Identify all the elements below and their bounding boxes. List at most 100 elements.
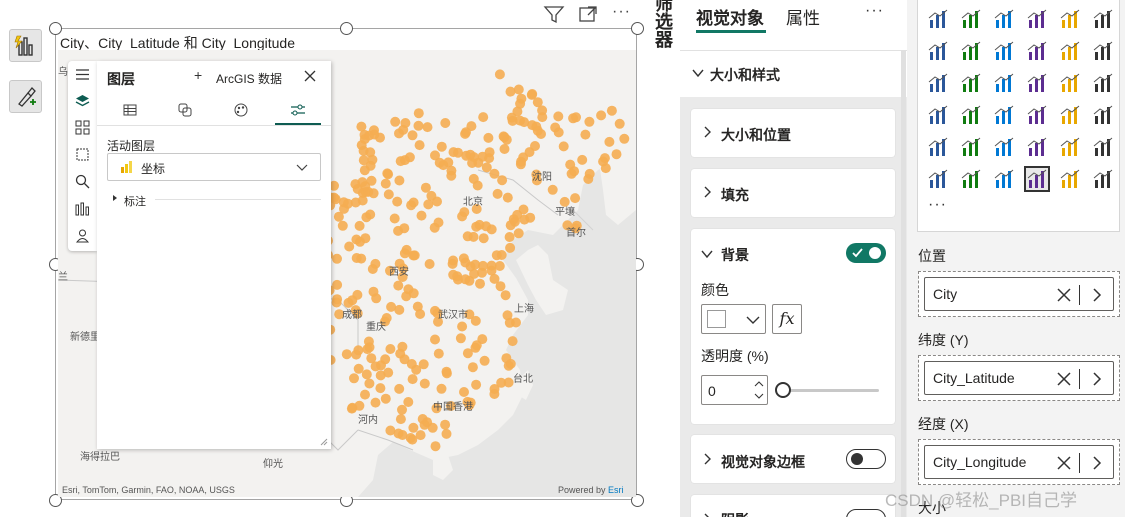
python-visual-icon[interactable]	[958, 134, 984, 160]
shadow-card[interactable]: 阴影	[691, 495, 895, 517]
visual-border-toggle[interactable]	[846, 449, 886, 469]
remove-field-icon[interactable]	[1056, 287, 1072, 303]
funnel-icon[interactable]	[991, 38, 1017, 64]
ribbon-area-icon[interactable]	[1024, 6, 1050, 32]
city-marker[interactable]	[376, 360, 386, 371]
city-marker[interactable]	[366, 353, 377, 364]
table-icon[interactable]	[1057, 102, 1083, 128]
donut-icon[interactable]	[1090, 38, 1116, 64]
city-marker[interactable]	[598, 156, 609, 167]
city-marker[interactable]	[584, 168, 595, 179]
city-marker[interactable]	[420, 182, 431, 193]
city-marker[interactable]	[430, 334, 440, 345]
city-marker[interactable]	[553, 127, 564, 138]
more-visuals-icon[interactable]	[1090, 166, 1116, 192]
city-marker[interactable]	[357, 195, 368, 206]
city-marker[interactable]	[468, 173, 479, 184]
city-marker[interactable]	[363, 336, 374, 347]
stacked-area-icon[interactable]	[991, 6, 1017, 32]
city-marker[interactable]	[382, 168, 393, 179]
city-marker[interactable]	[518, 204, 529, 215]
city-marker[interactable]	[424, 259, 435, 269]
city-marker[interactable]	[369, 129, 380, 140]
city-marker[interactable]	[400, 118, 411, 128]
city-marker[interactable]	[392, 196, 403, 207]
city-marker[interactable]	[430, 441, 441, 452]
city-marker[interactable]	[483, 132, 494, 143]
background-title[interactable]: 背景	[721, 245, 749, 265]
ribbon-chart-icon[interactable]	[925, 38, 951, 64]
report-visual-button[interactable]	[9, 29, 42, 62]
city-marker[interactable]	[359, 165, 370, 176]
city-marker[interactable]	[367, 264, 378, 274]
city-marker[interactable]	[502, 310, 513, 321]
city-marker[interactable]	[440, 419, 451, 430]
city-marker[interactable]	[343, 297, 354, 308]
esri-link[interactable]: Esri	[608, 485, 624, 495]
size-position-card[interactable]: 大小和位置	[691, 109, 895, 157]
city-marker[interactable]	[471, 379, 482, 390]
background-toggle[interactable]	[846, 243, 886, 263]
city-marker[interactable]	[469, 268, 480, 279]
location-field-pill[interactable]: City	[924, 277, 1114, 311]
transparency-slider-track[interactable]	[783, 389, 879, 392]
format-visual-button[interactable]	[9, 80, 42, 113]
city-marker[interactable]	[499, 132, 510, 143]
goals-icon[interactable]	[1090, 134, 1116, 160]
tab-symbology-icon[interactable]	[234, 103, 248, 117]
multi-row-card-icon[interactable]	[958, 102, 984, 128]
city-marker[interactable]	[446, 165, 457, 176]
city-marker[interactable]	[604, 136, 615, 147]
matrix-icon[interactable]	[1090, 102, 1116, 128]
city-marker[interactable]	[619, 133, 630, 144]
city-marker[interactable]	[399, 248, 410, 259]
waterfall-icon[interactable]	[958, 38, 984, 64]
city-marker[interactable]	[407, 374, 418, 385]
city-marker[interactable]	[383, 189, 394, 200]
paginated-report-icon[interactable]	[1057, 134, 1083, 160]
latitude-field-pill[interactable]: City_Latitude	[924, 361, 1114, 395]
city-marker[interactable]	[403, 284, 414, 295]
city-marker[interactable]	[418, 359, 429, 370]
scatter-icon[interactable]	[1024, 38, 1050, 64]
city-marker[interactable]	[537, 105, 548, 116]
more-visuals-button[interactable]: ···	[928, 196, 947, 214]
add-arcgis-data-button[interactable]: ArcGIS 数据	[216, 70, 282, 87]
tab-general[interactable]: 属性	[786, 4, 820, 29]
transparency-input[interactable]: 0	[701, 375, 768, 405]
city-marker[interactable]	[484, 147, 495, 158]
city-marker[interactable]	[394, 175, 405, 186]
filters-label[interactable]: 筛选器	[650, 0, 676, 48]
city-marker[interactable]	[356, 121, 367, 132]
smart-narrative-icon[interactable]	[925, 166, 951, 192]
city-marker[interactable]	[354, 220, 365, 231]
city-marker[interactable]	[455, 333, 466, 344]
longitude-field-pill[interactable]: City_Longitude	[924, 445, 1114, 479]
city-marker[interactable]	[584, 116, 595, 127]
fill-card[interactable]: 填充	[691, 169, 895, 217]
city-marker[interactable]	[453, 147, 463, 158]
power-automate-icon[interactable]	[991, 166, 1017, 192]
city-marker[interactable]	[426, 190, 437, 201]
resize-handle-top-right[interactable]	[631, 22, 644, 35]
city-marker[interactable]	[361, 369, 372, 380]
city-marker[interactable]	[351, 253, 362, 263]
city-marker[interactable]	[547, 184, 558, 195]
city-marker[interactable]	[507, 336, 518, 347]
city-marker[interactable]	[478, 112, 489, 123]
city-marker[interactable]	[399, 354, 410, 365]
city-marker[interactable]	[465, 149, 476, 160]
remove-field-icon[interactable]	[1056, 455, 1072, 471]
city-marker[interactable]	[393, 280, 404, 291]
city-marker[interactable]	[558, 141, 569, 152]
more-options-icon[interactable]: ···	[865, 2, 884, 20]
city-marker[interactable]	[358, 145, 369, 156]
city-marker[interactable]	[481, 162, 492, 173]
color-picker[interactable]	[701, 304, 766, 334]
transparency-slider-thumb[interactable]	[775, 382, 791, 398]
city-marker[interactable]	[364, 378, 375, 389]
city-marker[interactable]	[505, 358, 516, 369]
scrollbar[interactable]	[901, 50, 906, 517]
city-marker[interactable]	[524, 147, 535, 158]
city-marker[interactable]	[471, 340, 482, 351]
